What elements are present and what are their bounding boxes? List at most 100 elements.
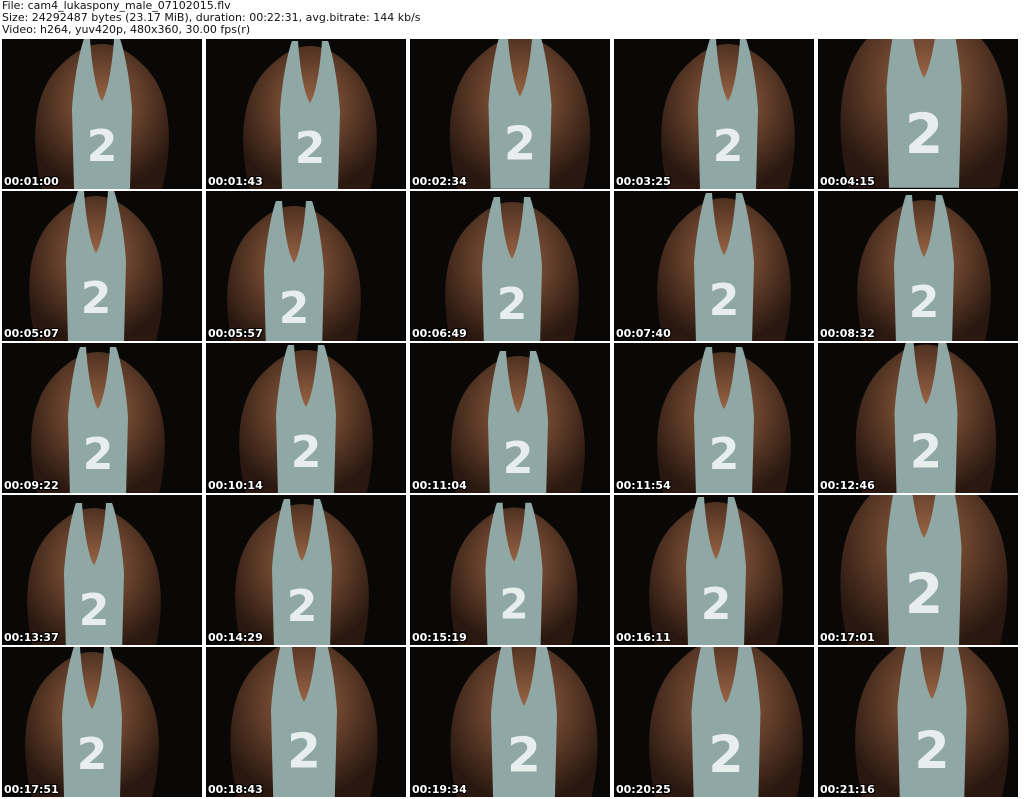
thumbnail-timestamp: 00:09:22: [4, 479, 59, 492]
thumbnail-frame-image: 2: [206, 343, 406, 493]
thumbnail-frame-image: 2: [818, 39, 1018, 189]
thumbnail-frame-image: 2: [410, 39, 610, 189]
thumbnail-grid: 2 00:01:00 2 00:01:43 2 00:02:34 2 00:03:25 2 00:…: [2, 39, 1022, 799]
thumbnail-frame-image: 2: [410, 495, 610, 645]
thumbnail-frame-image: 2: [2, 343, 202, 493]
thumbnail-timestamp: 00:18:43: [208, 783, 263, 796]
video-thumbnail: 2 00:15:19: [410, 495, 610, 645]
shirt-numeral: 2: [81, 273, 112, 324]
video-thumbnail: 2 00:11:54: [614, 343, 814, 493]
thumbnail-timestamp: 00:17:51: [4, 783, 59, 796]
video-thumbnail: 2 00:05:07: [2, 191, 202, 341]
shirt-numeral: 2: [905, 102, 943, 166]
shirt-numeral: 2: [287, 581, 318, 632]
thumbnail-frame-image: 2: [206, 191, 406, 341]
shirt-numeral: 2: [905, 562, 943, 626]
shirt-numeral: 2: [701, 579, 732, 630]
thumbnail-timestamp: 00:17:01: [820, 631, 875, 644]
shirt-numeral: 2: [295, 123, 326, 174]
thumbnail-frame-image: 2: [818, 191, 1018, 341]
video-thumbnail: 2 00:08:32: [818, 191, 1018, 341]
shirt-numeral: 2: [507, 728, 541, 784]
shirt-numeral: 2: [504, 116, 536, 170]
video-thumbnail: 2 00:20:25: [614, 647, 814, 797]
shirt-numeral: 2: [503, 433, 534, 484]
video-thumbnail: 2 00:09:22: [2, 343, 202, 493]
thumbnail-timestamp: 00:11:04: [412, 479, 467, 492]
shirt-numeral: 2: [83, 429, 114, 480]
thumbnail-timestamp: 00:04:15: [820, 175, 875, 188]
thumbnail-timestamp: 00:19:34: [412, 783, 467, 796]
thumbnail-frame-image: 2: [614, 191, 814, 341]
shirt-numeral: 2: [287, 724, 321, 780]
thumbnail-timestamp: 00:15:19: [412, 631, 467, 644]
video-thumbnail: 2 00:11:04: [410, 343, 610, 493]
thumbnail-frame-image: 2: [2, 495, 202, 645]
thumbnail-timestamp: 00:11:54: [616, 479, 671, 492]
video-thumbnail: 2 00:17:01: [818, 495, 1018, 645]
shirt-numeral: 2: [497, 279, 528, 330]
video-thumbnail: 2 00:02:34: [410, 39, 610, 189]
thumbnail-timestamp: 00:10:14: [208, 479, 263, 492]
shirt-numeral: 2: [914, 721, 949, 780]
video-thumbnail: 2 00:18:43: [206, 647, 406, 797]
shirt-numeral: 2: [77, 729, 108, 780]
shirt-numeral: 2: [910, 424, 942, 478]
thumbnail-frame-image: 2: [2, 191, 202, 341]
video-thumbnail: 2 00:01:43: [206, 39, 406, 189]
shirt-numeral: 2: [79, 585, 110, 636]
video-thumbnail: 2 00:17:51: [2, 647, 202, 797]
thumbnail-frame-image: 2: [818, 647, 1018, 797]
thumbnail-frame-image: 2: [614, 343, 814, 493]
thumbnail-frame-image: 2: [206, 647, 406, 797]
thumbnail-timestamp: 00:21:16: [820, 783, 875, 796]
video-thumbnail: 2 00:03:25: [614, 39, 814, 189]
video-info-line: Video: h264, yuv420p, 480x360, 30.00 fps…: [2, 23, 251, 36]
shirt-numeral: 2: [279, 283, 310, 334]
thumbnail-frame-image: 2: [818, 343, 1018, 493]
thumbnail-frame-image: 2: [2, 39, 202, 189]
video-thumbnail: 2 00:01:00: [2, 39, 202, 189]
thumbnail-frame-image: 2: [410, 343, 610, 493]
thumbnail-timestamp: 00:20:25: [616, 783, 671, 796]
shirt-numeral: 2: [909, 277, 940, 328]
info-header: File: cam4_lukaspony_male_07102015.flv S…: [2, 0, 1022, 38]
thumbnail-frame-image: 2: [614, 647, 814, 797]
shirt-numeral: 2: [713, 121, 744, 172]
thumbnail-timestamp: 00:16:11: [616, 631, 671, 644]
video-thumbnail: 2 00:06:49: [410, 191, 610, 341]
thumbnail-frame-image: 2: [206, 39, 406, 189]
thumbnail-timestamp: 00:07:40: [616, 327, 671, 340]
shirt-numeral: 2: [87, 121, 118, 172]
thumbnail-frame-image: 2: [410, 647, 610, 797]
thumbnail-timestamp: 00:03:25: [616, 175, 671, 188]
video-thumbnail: 2 00:04:15: [818, 39, 1018, 189]
shirt-numeral: 2: [708, 725, 743, 784]
shirt-numeral: 2: [291, 427, 322, 478]
video-thumbnail: 2 00:10:14: [206, 343, 406, 493]
thumbnail-frame-image: 2: [206, 495, 406, 645]
video-thumbnail: 2 00:07:40: [614, 191, 814, 341]
video-thumbnail: 2 00:14:29: [206, 495, 406, 645]
video-thumbnail: 2 00:16:11: [614, 495, 814, 645]
video-thumbnail: 2 00:13:37: [2, 495, 202, 645]
shirt-numeral: 2: [709, 429, 740, 480]
thumbnail-timestamp: 00:05:57: [208, 327, 263, 340]
video-thumbnail: 2 00:12:46: [818, 343, 1018, 493]
thumbnail-timestamp: 00:01:43: [208, 175, 263, 188]
video-thumbnail: 2 00:19:34: [410, 647, 610, 797]
thumbnail-frame-image: 2: [818, 495, 1018, 645]
thumbnail-frame-image: 2: [614, 495, 814, 645]
video-thumbnail: 2 00:21:16: [818, 647, 1018, 797]
thumbnail-timestamp: 00:01:00: [4, 175, 59, 188]
thumbnail-timestamp: 00:06:49: [412, 327, 467, 340]
thumbnail-timestamp: 00:14:29: [208, 631, 263, 644]
thumbnail-frame-image: 2: [2, 647, 202, 797]
shirt-numeral: 2: [709, 275, 740, 326]
thumbnail-frame-image: 2: [614, 39, 814, 189]
thumbnail-timestamp: 00:05:07: [4, 327, 59, 340]
thumbnail-timestamp: 00:02:34: [412, 175, 467, 188]
thumbnail-timestamp: 00:13:37: [4, 631, 59, 644]
shirt-numeral: 2: [499, 580, 528, 629]
thumbnail-timestamp: 00:08:32: [820, 327, 875, 340]
